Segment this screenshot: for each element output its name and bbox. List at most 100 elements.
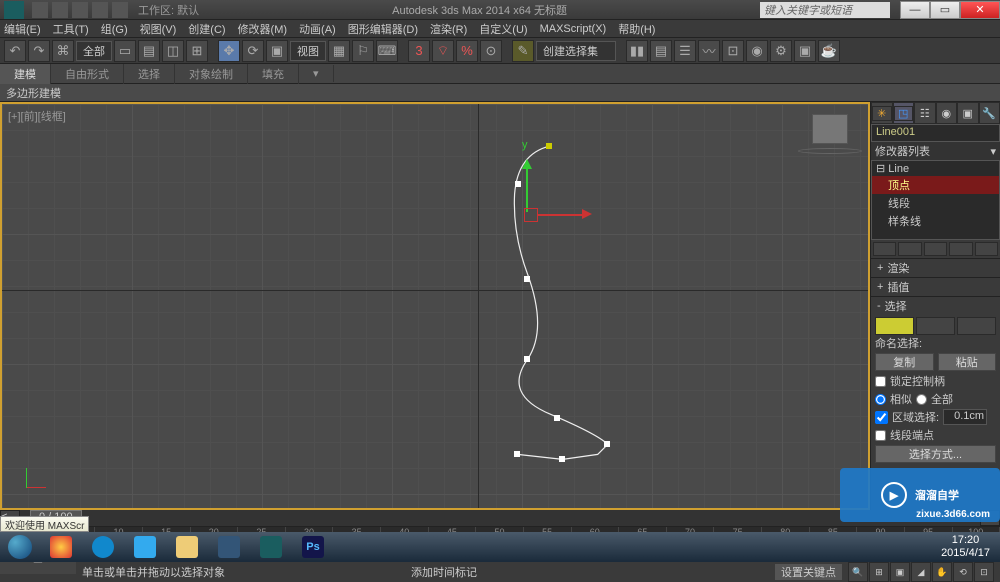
area-select-checkbox[interactable] <box>875 411 888 424</box>
taskbar-app1[interactable] <box>125 533 165 561</box>
pan-icon[interactable]: ✋ <box>932 562 952 582</box>
zoom-extents-icon[interactable]: ▣ <box>890 562 910 582</box>
ribbon-dropdown-icon[interactable]: ▾ <box>299 65 334 82</box>
stack-sub-spline[interactable]: 样条线 <box>872 212 999 230</box>
subobj-spline-icon[interactable] <box>957 317 996 335</box>
curve-editor-icon[interactable]: 〰 <box>698 40 720 62</box>
link-icon[interactable]: ⌘ <box>52 40 74 62</box>
schematic-view-icon[interactable]: ⊡ <box>722 40 744 62</box>
tab-create-icon[interactable]: ✳ <box>871 102 893 124</box>
vertex-selected[interactable] <box>546 143 552 149</box>
start-button[interactable] <box>0 532 40 562</box>
select-region-icon[interactable]: ◫ <box>162 40 184 62</box>
mirror-icon[interactable]: ▮▮ <box>626 40 648 62</box>
add-time-tag[interactable]: 添加时间标记 <box>411 564 477 580</box>
rendered-frame-icon[interactable]: ▣ <box>794 40 816 62</box>
named-selection-combo[interactable]: 创建选择集 <box>536 41 616 61</box>
viewcube-ring[interactable] <box>798 148 862 154</box>
undo-icon[interactable]: ↶ <box>4 40 26 62</box>
taskbar-explorer[interactable] <box>167 533 207 561</box>
zoom-icon[interactable]: 🔍 <box>848 562 868 582</box>
material-editor-icon[interactable]: ◉ <box>746 40 768 62</box>
make-unique-icon[interactable] <box>924 242 947 256</box>
vertex[interactable] <box>524 276 530 282</box>
setkey-button[interactable]: 设置关键点 <box>775 564 842 580</box>
vertex[interactable] <box>554 415 560 421</box>
menu-modifiers[interactable]: 修改器(M) <box>238 21 288 37</box>
remove-modifier-icon[interactable] <box>949 242 972 256</box>
qat-new-icon[interactable] <box>32 2 48 18</box>
object-name-input[interactable]: Line001 <box>871 124 1000 142</box>
vertex[interactable] <box>604 441 610 447</box>
edit-named-sel-icon[interactable]: ✎ <box>512 40 534 62</box>
segend-checkbox[interactable] <box>875 430 886 441</box>
taskbar-chrome[interactable] <box>41 533 81 561</box>
taskbar-photoshop[interactable]: Ps <box>293 533 333 561</box>
menu-edit[interactable]: 编辑(E) <box>4 21 41 37</box>
viewcube-icon[interactable] <box>812 114 848 144</box>
window-crossing-icon[interactable]: ⊞ <box>186 40 208 62</box>
menu-graph-editors[interactable]: 图形编辑器(D) <box>348 21 418 37</box>
ribbon-tab-populate[interactable]: 填充 <box>248 64 299 84</box>
ribbon-tab-selection[interactable]: 选择 <box>124 64 175 84</box>
system-clock[interactable]: 17:20 2015/4/17 <box>931 534 1000 560</box>
selection-filter-combo[interactable]: 全部 <box>76 41 112 61</box>
gizmo-x-arrow-icon[interactable] <box>582 209 597 219</box>
tab-utilities-icon[interactable]: 🔧 <box>979 102 1000 124</box>
menu-create[interactable]: 创建(C) <box>188 21 225 37</box>
select-rotate-icon[interactable]: ⟳ <box>242 40 264 62</box>
modifier-list-combo[interactable]: 修改器列表 ▾ <box>871 142 1000 160</box>
maximize-button[interactable]: ▭ <box>930 1 960 19</box>
angle-snap-icon[interactable]: ⌔ <box>432 40 454 62</box>
select-scale-icon[interactable]: ▣ <box>266 40 288 62</box>
menu-view[interactable]: 视图(V) <box>140 21 177 37</box>
manipulate-icon[interactable]: ⚐ <box>352 40 374 62</box>
tab-motion-icon[interactable]: ◉ <box>936 102 958 124</box>
menu-maxscript[interactable]: MAXScript(X) <box>540 23 607 35</box>
gizmo-y-arrow-icon[interactable] <box>522 154 532 169</box>
configure-sets-icon[interactable] <box>975 242 998 256</box>
select-object-icon[interactable]: ▭ <box>114 40 136 62</box>
select-by-name-icon[interactable]: ▤ <box>138 40 160 62</box>
align-icon[interactable]: ▤ <box>650 40 672 62</box>
qat-redo-icon[interactable] <box>112 2 128 18</box>
select-move-icon[interactable]: ✥ <box>218 40 240 62</box>
time-slider[interactable]: 0 / 100 <box>20 510 980 526</box>
taskbar-3dsmax[interactable] <box>251 533 291 561</box>
tab-modify-icon[interactable]: ◳ <box>893 102 915 124</box>
orbit-icon[interactable]: ⟲ <box>953 562 973 582</box>
lock-handles-checkbox[interactable] <box>875 376 886 387</box>
menu-help[interactable]: 帮助(H) <box>618 21 655 37</box>
vertex[interactable] <box>559 456 565 462</box>
subobj-segment-icon[interactable] <box>916 317 955 335</box>
ref-coord-combo[interactable]: 视图 <box>290 41 326 61</box>
stack-sub-segment[interactable]: 线段 <box>872 194 999 212</box>
redo-icon[interactable]: ↷ <box>28 40 50 62</box>
modifier-stack[interactable]: ⊟ Line 顶点 线段 样条线 <box>871 160 1000 240</box>
zoom-all-icon[interactable]: ⊞ <box>869 562 889 582</box>
snap-toggle-icon[interactable]: 3 <box>408 40 430 62</box>
show-end-result-icon[interactable] <box>898 242 921 256</box>
app-logo-icon[interactable] <box>4 1 24 19</box>
paste-button[interactable]: 粘贴 <box>938 353 997 371</box>
render-setup-icon[interactable]: ⚙ <box>770 40 792 62</box>
viewport[interactable]: [+][前][线框] y <box>0 102 870 510</box>
menu-rendering[interactable]: 渲染(R) <box>430 21 467 37</box>
taskbar-kugou[interactable] <box>83 533 123 561</box>
percent-snap-icon[interactable]: % <box>456 40 478 62</box>
vertex[interactable] <box>514 451 520 457</box>
rollout-render[interactable]: +渲染 <box>871 258 1000 277</box>
copy-button[interactable]: 复制 <box>875 353 934 371</box>
minimize-button[interactable]: — <box>900 1 930 19</box>
pin-stack-icon[interactable] <box>873 242 896 256</box>
tab-display-icon[interactable]: ▣ <box>957 102 979 124</box>
stack-sub-vertex[interactable]: 顶点 <box>872 176 999 194</box>
gizmo-y-axis[interactable] <box>526 166 528 212</box>
fov-icon[interactable]: ◢ <box>911 562 931 582</box>
menu-group[interactable]: 组(G) <box>101 21 128 37</box>
close-button[interactable]: ✕ <box>960 1 1000 19</box>
menu-tools[interactable]: 工具(T) <box>53 21 89 37</box>
stack-root[interactable]: ⊟ Line <box>872 161 999 176</box>
vertex[interactable] <box>515 181 521 187</box>
select-by-button[interactable]: 选择方式... <box>875 445 996 463</box>
